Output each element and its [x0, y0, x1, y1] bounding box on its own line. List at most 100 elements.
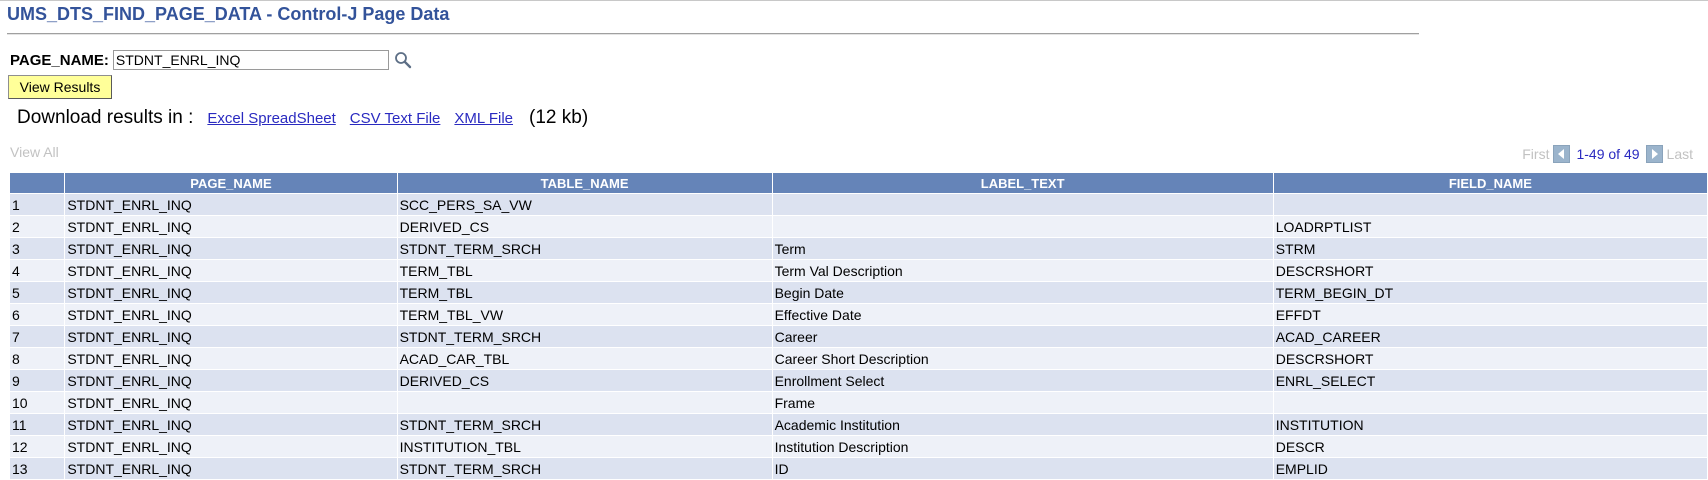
- table-row: 10 STDNT_ENRL_INQ Frame: [10, 391, 1708, 414]
- label-text-cell: Frame: [772, 391, 1274, 414]
- table-row: 3 STDNT_ENRL_INQ STDNT_TERM_SRCH Term STRM: [10, 237, 1708, 260]
- last-link[interactable]: Last: [1667, 146, 1693, 162]
- field-name-cell: DESCRSHORT: [1273, 347, 1708, 370]
- table-name-cell: DERIVED_CS: [397, 369, 773, 392]
- row-number-cell: 5: [10, 281, 66, 304]
- row-number-cell: 4: [10, 259, 66, 282]
- csv-link[interactable]: CSV Text File: [350, 110, 441, 127]
- row-number-cell: 6: [10, 303, 66, 326]
- label-text-cell: Term Val Description: [772, 259, 1274, 282]
- label-text-cell: [772, 193, 1274, 216]
- search-row: PAGE_NAME:: [10, 48, 413, 72]
- field-name-cell: TERM_BEGIN_DT: [1273, 281, 1708, 304]
- table-row: 8 STDNT_ENRL_INQ ACAD_CAR_TBL Career Short …: [10, 347, 1708, 370]
- page-name-cell: STDNT_ENRL_INQ: [64, 303, 398, 326]
- page-name-cell: STDNT_ENRL_INQ: [64, 281, 398, 304]
- view-results-button[interactable]: View Results: [8, 75, 112, 99]
- title-divider: [7, 33, 1419, 35]
- table-row: 4 STDNT_ENRL_INQ TERM_TBL Term Val Descript…: [10, 259, 1708, 282]
- label-text-cell: [772, 215, 1274, 238]
- column-header-field-name[interactable]: FIELD_NAME: [1273, 173, 1708, 194]
- page-title: UMS_DTS_FIND_PAGE_DATA - Control-J Page …: [7, 4, 450, 24]
- field-name-cell: [1273, 193, 1708, 216]
- first-link[interactable]: First: [1522, 146, 1549, 162]
- table-name-cell: STDNT_TERM_SRCH: [397, 457, 773, 480]
- field-name-cell: DESCRSHORT: [1273, 259, 1708, 282]
- page-name-input[interactable]: [112, 50, 389, 70]
- table-name-cell: TERM_TBL_VW: [397, 303, 773, 326]
- row-number-cell: 1: [10, 193, 66, 216]
- row-number-cell: 11: [10, 413, 66, 436]
- table-row: 6 STDNT_ENRL_INQ TERM_TBL_VW Effective Date…: [10, 303, 1708, 326]
- view-all-link[interactable]: View All: [10, 144, 59, 160]
- page-name-cell: STDNT_ENRL_INQ: [64, 457, 398, 480]
- top-border: [0, 0, 1708, 1]
- label-text-cell: ID: [772, 457, 1274, 480]
- field-name-cell: EFFDT: [1273, 303, 1708, 326]
- field-name-cell: ACAD_CAREER: [1273, 325, 1708, 348]
- table-name-cell: SCC_PERS_SA_VW: [397, 193, 773, 216]
- row-number-cell: 2: [10, 215, 66, 238]
- table-row: 7 STDNT_ENRL_INQ STDNT_TERM_SRCH Career ACAD…: [10, 325, 1708, 348]
- column-header-table-name[interactable]: TABLE_NAME: [397, 173, 773, 194]
- table-name-cell: STDNT_TERM_SRCH: [397, 413, 773, 436]
- label-text-cell: Effective Date: [772, 303, 1274, 326]
- table-header-row: PAGE_NAME TABLE_NAME LABEL_TEXT FIELD_NA…: [10, 173, 1708, 194]
- label-text-cell: Academic Institution: [772, 413, 1274, 436]
- excel-link[interactable]: Excel SpreadSheet: [207, 110, 335, 127]
- arrow-left-icon[interactable]: [1553, 145, 1571, 163]
- table-name-cell: ACAD_CAR_TBL: [397, 347, 773, 370]
- table-name-cell: TERM_TBL: [397, 281, 773, 304]
- label-text-cell: Term: [772, 237, 1274, 260]
- row-number-cell: 10: [10, 391, 66, 414]
- field-name-cell: EMPLID: [1273, 457, 1708, 480]
- table-row: 9 STDNT_ENRL_INQ DERIVED_CS Enrollment Sele…: [10, 369, 1708, 392]
- page-name-cell: STDNT_ENRL_INQ: [64, 413, 398, 436]
- file-size: (12 kb): [529, 107, 589, 128]
- results-table: PAGE_NAME TABLE_NAME LABEL_TEXT FIELD_NA…: [10, 173, 1708, 480]
- field-name-cell: STRM: [1273, 237, 1708, 260]
- download-label: Download results in :: [17, 107, 194, 128]
- table-row: 11 STDNT_ENRL_INQ STDNT_TERM_SRCH Academic …: [10, 413, 1708, 436]
- column-header-row-number: [10, 173, 66, 194]
- download-row: Download results in : Excel SpreadSheet …: [17, 107, 588, 133]
- row-count: 1-49 of 49: [1576, 146, 1640, 162]
- table-row: 1 STDNT_ENRL_INQ SCC_PERS_SA_VW: [10, 193, 1708, 216]
- label-text-cell: Enrollment Select: [772, 369, 1274, 392]
- page-name-cell: STDNT_ENRL_INQ: [64, 193, 398, 216]
- page-name-cell: STDNT_ENRL_INQ: [64, 435, 398, 458]
- page-name-cell: STDNT_ENRL_INQ: [64, 237, 398, 260]
- page-name-cell: STDNT_ENRL_INQ: [64, 259, 398, 282]
- page-name-cell: STDNT_ENRL_INQ: [64, 369, 398, 392]
- pagination: First 1-49 of 49 Last: [1522, 142, 1693, 166]
- xml-link[interactable]: XML File: [454, 110, 513, 127]
- table-name-cell: TERM_TBL: [397, 259, 773, 282]
- field-name-cell: [1273, 391, 1708, 414]
- label-text-cell: Institution Description: [772, 435, 1274, 458]
- label-text-cell: Career: [772, 325, 1274, 348]
- table-name-cell: STDNT_TERM_SRCH: [397, 237, 773, 260]
- table-name-cell: [397, 391, 773, 414]
- page-name-cell: STDNT_ENRL_INQ: [64, 391, 398, 414]
- row-number-cell: 9: [10, 369, 66, 392]
- label-text-cell: Begin Date: [772, 281, 1274, 304]
- magnifier-icon[interactable]: [393, 50, 413, 70]
- row-number-cell: 13: [10, 457, 66, 480]
- arrow-right-icon[interactable]: [1645, 145, 1663, 163]
- column-header-page-name[interactable]: PAGE_NAME: [64, 173, 398, 194]
- row-number-cell: 3: [10, 237, 66, 260]
- page-name-cell: STDNT_ENRL_INQ: [64, 215, 398, 238]
- table-row: 12 STDNT_ENRL_INQ INSTITUTION_TBL Instituti…: [10, 435, 1708, 458]
- table-name-cell: DERIVED_CS: [397, 215, 773, 238]
- field-name-cell: ENRL_SELECT: [1273, 369, 1708, 392]
- label-text-cell: Career Short Description: [772, 347, 1274, 370]
- table-name-cell: STDNT_TERM_SRCH: [397, 325, 773, 348]
- page-name-cell: STDNT_ENRL_INQ: [64, 347, 398, 370]
- field-name-cell: INSTITUTION: [1273, 413, 1708, 436]
- search-label: PAGE_NAME:: [10, 51, 109, 69]
- table-row: 2 STDNT_ENRL_INQ DERIVED_CS LOADRPTLIST: [10, 215, 1708, 238]
- page-name-cell: STDNT_ENRL_INQ: [64, 325, 398, 348]
- column-header-label-text[interactable]: LABEL_TEXT: [772, 173, 1274, 194]
- row-number-cell: 12: [10, 435, 66, 458]
- table-row: 5 STDNT_ENRL_INQ TERM_TBL Begin Date TERM_BE…: [10, 281, 1708, 304]
